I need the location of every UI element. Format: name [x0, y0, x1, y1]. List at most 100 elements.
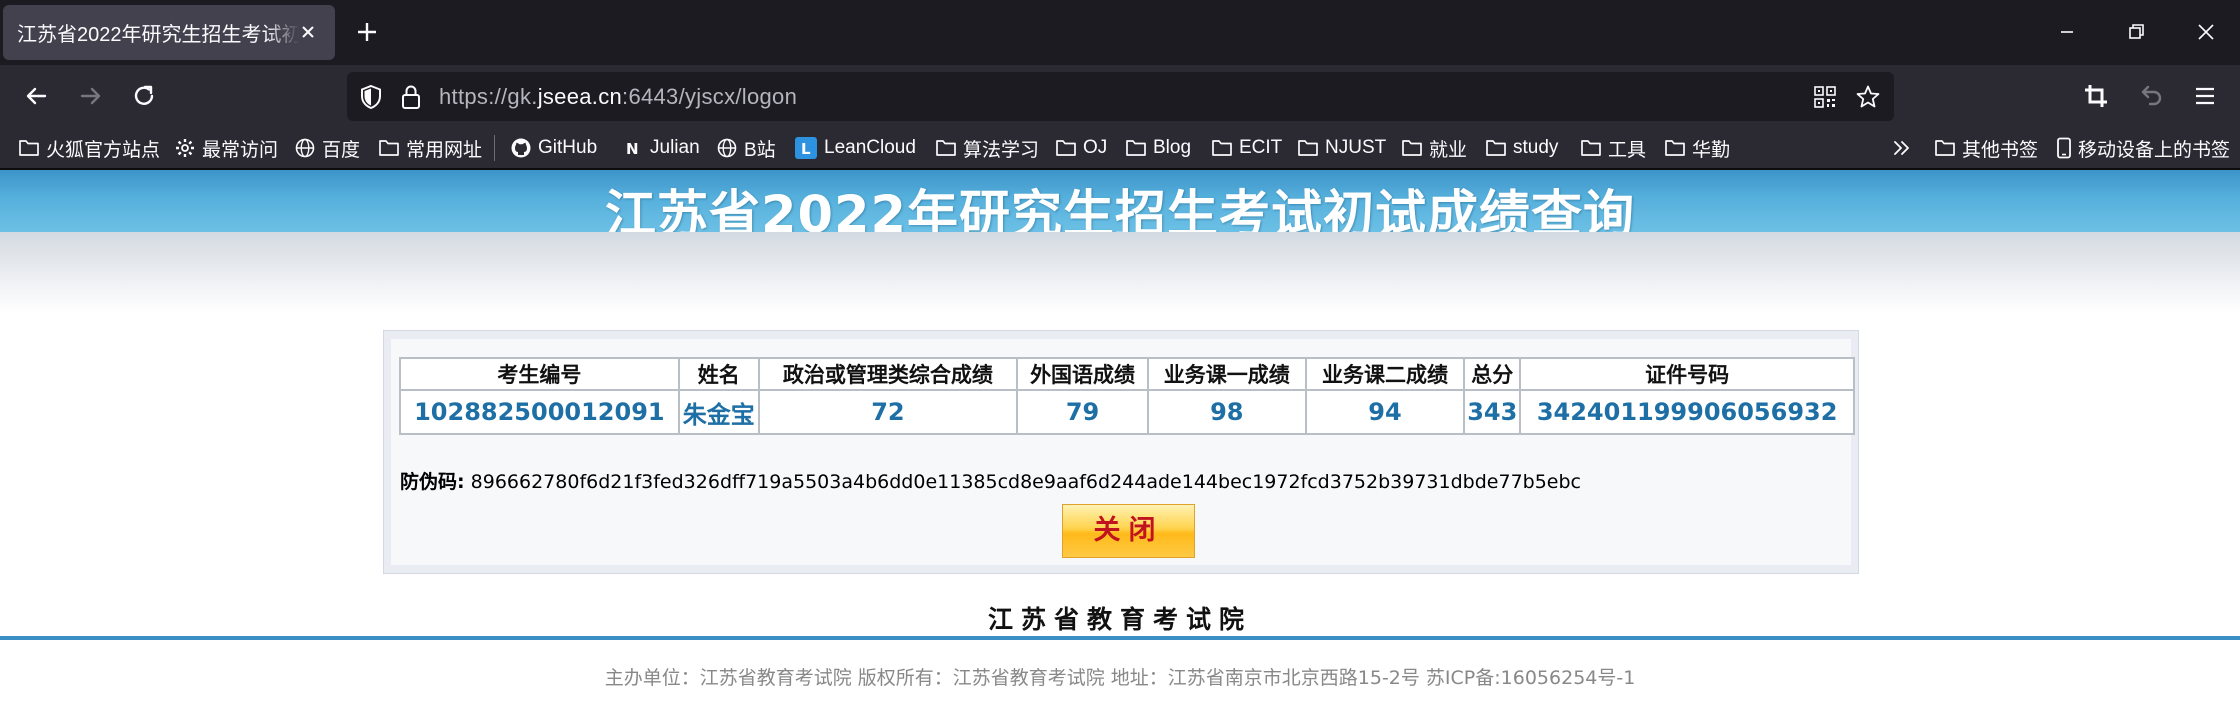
globe-icon	[295, 138, 315, 158]
bookmark-julian[interactable]: N Julian	[622, 134, 700, 162]
anti-fake-label: 防伪码:	[400, 471, 465, 493]
menu-icon[interactable]	[2188, 79, 2222, 113]
footer-divider	[0, 636, 2240, 640]
bookmark-label: ECIT	[1239, 137, 1283, 158]
folder-icon	[1402, 140, 1422, 156]
new-tab-icon[interactable]	[352, 17, 382, 47]
anti-fake-row: 防伪码: 896662780f6d21f3fed326dff719a5503a4…	[400, 467, 1581, 494]
bookmark-label: 常用网址	[406, 139, 483, 161]
bookmark-label: Julian	[650, 137, 700, 158]
table-header-row: 考生编号 姓名 政治或管理类综合成绩 外国语成绩 业务课一成绩 业务课二成绩 总…	[399, 357, 1855, 391]
address-bar[interactable]: https://gk.jseea.cn:6443/yjscx/logon	[347, 72, 1894, 121]
bookmark-jobs[interactable]: 就业	[1401, 134, 1467, 162]
bookmark-most-visited[interactable]: 最常访问	[174, 134, 278, 162]
scores-table: 考生编号 姓名 政治或管理类综合成绩 外国语成绩 业务课一成绩 业务课二成绩 总…	[399, 357, 1855, 435]
header-exam-number: 考生编号	[399, 357, 680, 391]
cell-subject-one: 98	[1146, 389, 1307, 435]
folder-icon	[1935, 140, 1955, 156]
bookmark-label: NJUST	[1325, 137, 1387, 158]
back-icon[interactable]	[19, 79, 53, 113]
forward-icon[interactable]	[74, 79, 108, 113]
close-window-icon[interactable]	[2192, 18, 2220, 46]
bookmark-label: 华勤	[1692, 139, 1731, 161]
header-foreign-language: 外国语成绩	[1016, 357, 1149, 391]
globe-icon	[717, 138, 737, 158]
active-tab[interactable]: 江苏省2022年研究生招生考试初试成绩查询	[3, 5, 335, 60]
folder-icon	[379, 140, 399, 156]
bookmark-njust[interactable]: NJUST	[1297, 134, 1386, 162]
header-politics: 政治或管理类综合成绩	[757, 357, 1019, 391]
bookmark-label: 百度	[322, 139, 361, 161]
result-panel: 考生编号 姓名 政治或管理类综合成绩 外国语成绩 业务课一成绩 业务课二成绩 总…	[383, 330, 1859, 574]
navigation-toolbar: https://gk.jseea.cn:6443/yjscx/logon	[0, 65, 2240, 128]
notion-icon: N	[626, 140, 639, 158]
folder-icon	[1126, 140, 1146, 156]
bookmark-github[interactable]: GitHub	[510, 134, 597, 162]
footer-text: 主办单位：江苏省教育考试院 版权所有：江苏省教育考试院 地址：江苏省南京市北京西…	[604, 667, 1636, 689]
folder-icon	[936, 140, 956, 156]
chevron-overflow-icon[interactable]	[1891, 137, 1913, 159]
organization-name: 江苏省教育考试院	[987, 605, 1252, 634]
bookmarks-separator	[494, 135, 495, 161]
reload-icon[interactable]	[127, 79, 161, 113]
bookmark-blog[interactable]: Blog	[1125, 134, 1191, 162]
folder-icon	[19, 140, 39, 156]
anti-fake-code: 896662780f6d21f3fed326dff719a5503a4b6dd0…	[470, 471, 1581, 493]
close-button[interactable]: 关闭	[1062, 504, 1195, 558]
cell-subject-two: 94	[1304, 389, 1466, 435]
cell-exam-number: 102882500012091	[399, 389, 680, 435]
folder-icon	[1581, 140, 1601, 156]
url-path: :6443/yjscx/logon	[622, 84, 798, 109]
bookmark-label: 工具	[1608, 139, 1647, 161]
bookmarks-toolbar: 火狐官方站点 最常访问 百度 常用网址 GitHub N Julian B站 L…	[0, 128, 2240, 168]
bookmark-tools[interactable]: 工具	[1580, 134, 1646, 162]
header-name: 姓名	[677, 357, 760, 391]
bookmark-label: 就业	[1429, 139, 1468, 161]
bookmark-star-icon[interactable]	[1855, 84, 1881, 110]
close-tab-icon[interactable]	[295, 19, 321, 45]
cell-name: 朱金宝	[677, 389, 760, 435]
bookmark-label: study	[1513, 137, 1559, 158]
bookmark-study[interactable]: study	[1485, 134, 1558, 162]
restore-icon[interactable]	[2122, 18, 2150, 46]
cell-politics: 72	[757, 389, 1019, 435]
bookmark-common-sites[interactable]: 常用网址	[378, 134, 482, 162]
cell-foreign-language: 79	[1016, 389, 1149, 435]
lock-icon[interactable]	[398, 83, 424, 111]
header-subject-two: 业务课二成绩	[1304, 357, 1466, 391]
url-host: jseea.cn	[537, 84, 623, 109]
tab-strip: 江苏省2022年研究生招生考试初试成绩查询	[0, 0, 2240, 65]
bookmark-huaqin[interactable]: 华勤	[1664, 134, 1730, 162]
qr-code-icon[interactable]	[1813, 85, 1837, 109]
folder-icon	[1298, 140, 1318, 156]
bookmark-label: 火狐官方站点	[46, 139, 161, 161]
bookmark-bilibili[interactable]: B站	[716, 134, 776, 162]
header-subject-one: 业务课一成绩	[1146, 357, 1307, 391]
bookmark-algorithms[interactable]: 算法学习	[935, 134, 1039, 162]
bookmark-baidu[interactable]: 百度	[294, 134, 360, 162]
bookmark-label: 其他书签	[1962, 139, 2039, 161]
bookmark-ecit[interactable]: ECIT	[1211, 134, 1282, 162]
bookmark-label: Blog	[1153, 137, 1192, 158]
bookmark-leancloud[interactable]: L LeanCloud	[794, 134, 916, 162]
screenshot-crop-icon[interactable]	[2079, 79, 2113, 113]
bookmark-oj[interactable]: OJ	[1055, 134, 1107, 162]
bookmark-label: B站	[744, 139, 776, 161]
bookmark-label: 最常访问	[202, 139, 279, 161]
folder-icon	[1212, 140, 1232, 156]
folder-icon	[1056, 140, 1076, 156]
minimize-icon[interactable]	[2053, 18, 2081, 46]
bookmark-other[interactable]: 其他书签	[1934, 134, 2038, 162]
mobile-device-icon	[2057, 137, 2071, 159]
bookmark-huohu[interactable]: 火狐官方站点	[18, 134, 160, 162]
header-id-number: 证件号码	[1519, 357, 1855, 391]
bookmark-label: LeanCloud	[824, 137, 916, 158]
page-banner: 江苏省2022年研究生招生考试初试成绩查询	[0, 170, 2240, 245]
shield-icon[interactable]	[357, 83, 385, 111]
folder-icon	[1486, 140, 1506, 156]
bookmark-label: GitHub	[538, 137, 598, 158]
url-text[interactable]: https://gk.jseea.cn:6443/yjscx/logon	[439, 84, 797, 110]
bookmark-mobile[interactable]: 移动设备上的书签	[2056, 134, 2230, 162]
undo-icon[interactable]	[2134, 79, 2168, 113]
result-panel-inner: 考生编号 姓名 政治或管理类综合成绩 外国语成绩 业务课一成绩 业务课二成绩 总…	[391, 339, 1855, 565]
